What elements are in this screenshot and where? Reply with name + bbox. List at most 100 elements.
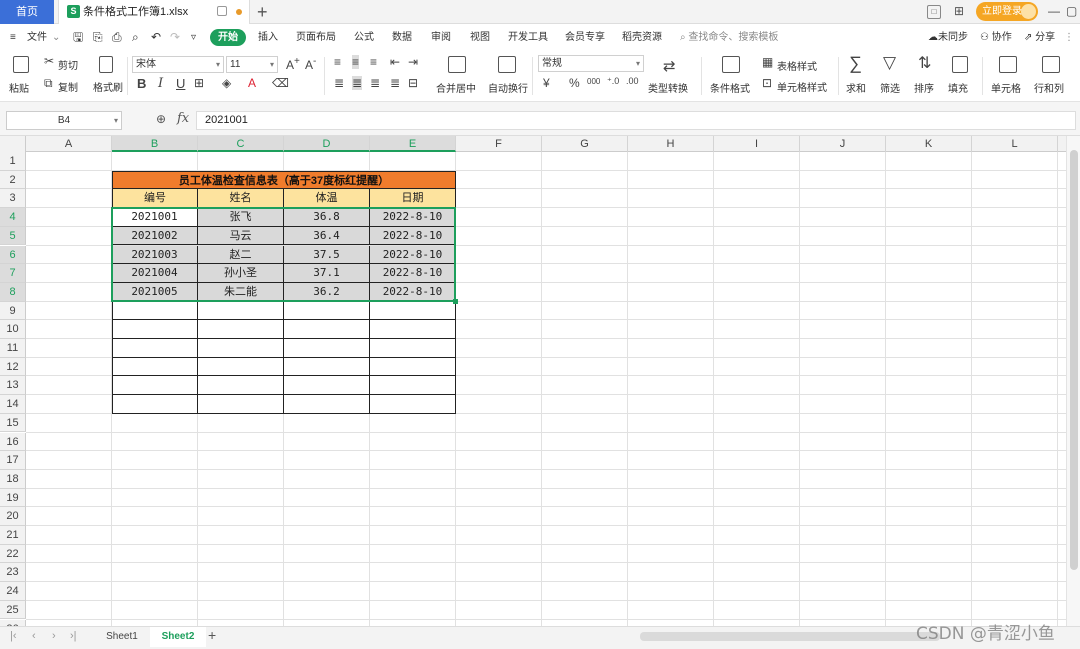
apps-grid-icon[interactable]: ⊞ [952, 5, 966, 19]
empty-cell[interactable] [112, 339, 198, 358]
bold-button[interactable]: B [137, 76, 146, 91]
column-header-h[interactable]: H [628, 136, 714, 152]
row-header-22[interactable]: 22 [0, 544, 26, 564]
tab-formulas[interactable]: 公式 [354, 24, 374, 51]
thousands-button[interactable]: 000 [587, 77, 600, 86]
indent-icon[interactable]: ⇤ [390, 55, 400, 69]
empty-cell[interactable] [370, 320, 456, 339]
merge-center-button[interactable]: 合并居中 [436, 80, 476, 95]
cell-button[interactable]: 单元格 [991, 80, 1021, 95]
tab-page-layout[interactable]: 页面布局 [296, 24, 336, 51]
row-header-21[interactable]: 21 [0, 526, 26, 545]
chevron-down-icon[interactable]: ⌄ [52, 24, 60, 51]
fill-button[interactable]: 填充 [948, 80, 968, 95]
fx-icon[interactable]: fx [177, 111, 189, 126]
tab-docer[interactable]: 稻壳资源 [622, 24, 662, 51]
auto-wrap-icon[interactable] [498, 56, 516, 73]
empty-cell[interactable] [112, 376, 198, 396]
minimize-icon[interactable]: — [1048, 4, 1060, 18]
table-header-cell[interactable]: 体温 [284, 189, 370, 209]
underline-button[interactable]: U [176, 76, 185, 91]
column-header-i[interactable]: I [714, 136, 800, 152]
sheet-tab-sheet2[interactable]: Sheet2 [150, 627, 206, 647]
empty-cell[interactable] [198, 376, 284, 396]
row-header-18[interactable]: 18 [0, 469, 26, 489]
merge-center-icon[interactable] [448, 56, 466, 73]
fill-icon[interactable] [952, 56, 968, 73]
row-header-23[interactable]: 23 [0, 563, 26, 583]
redo-icon[interactable]: ↷ [170, 24, 180, 51]
tab-review[interactable]: 审阅 [431, 24, 451, 51]
file-tab[interactable]: S 条件格式工作簿1.xlsx [58, 0, 250, 24]
number-format-select[interactable]: 常规 ▾ [538, 55, 644, 72]
row-header-15[interactable]: 15 [0, 413, 26, 433]
column-header-k[interactable]: K [886, 136, 972, 152]
more-icon[interactable]: ▿ [191, 24, 196, 51]
vertical-scroll-thumb[interactable] [1070, 150, 1078, 570]
font-name-select[interactable]: 宋体 ▾ [132, 56, 224, 73]
cell-style-button[interactable]: 单元格样式 [777, 79, 827, 94]
auto-wrap-button[interactable]: 自动换行 [488, 80, 528, 95]
conditional-format-icon[interactable] [722, 56, 740, 73]
empty-cell[interactable] [198, 301, 284, 321]
share-button[interactable]: ⇗ 分享 [1024, 24, 1055, 51]
empty-cell[interactable] [112, 357, 198, 377]
row-header-12[interactable]: 12 [0, 357, 26, 377]
empty-cell[interactable] [198, 320, 284, 339]
align-middle-icon[interactable]: ≡ [352, 55, 360, 69]
cut-button[interactable]: 剪切 [58, 57, 78, 72]
tab-window-icon[interactable] [217, 6, 227, 16]
row-header-7[interactable]: 7 [0, 264, 26, 283]
copy-button[interactable]: 复制 [58, 79, 78, 94]
align-right-icon[interactable]: ≣ [370, 76, 380, 90]
horizontal-scrollbar[interactable] [640, 632, 940, 641]
tab-view[interactable]: 视图 [470, 24, 490, 51]
column-header-l[interactable]: L [972, 136, 1058, 152]
add-sheet-icon[interactable]: + [208, 627, 216, 643]
conditional-format-button[interactable]: 条件格式 [710, 80, 750, 95]
increase-decimal-icon[interactable]: ⁺.0 [607, 76, 619, 87]
empty-cell[interactable] [198, 339, 284, 358]
column-header-d[interactable]: D [284, 136, 370, 152]
row-header-1[interactable]: 1 [0, 152, 26, 171]
first-sheet-icon[interactable]: |‹ [10, 630, 17, 642]
empty-cell[interactable] [370, 376, 456, 396]
name-box[interactable]: B4 ▾ [6, 111, 122, 130]
spreadsheet-grid[interactable]: ABCDEFGHIJKL 1 2 3 4 5 6 7 8 9 10 11 12 13 14 15 16 17 18… [0, 136, 1066, 626]
empty-cell[interactable] [284, 357, 370, 377]
export-icon[interactable]: ⎘ [93, 24, 103, 51]
login-button[interactable]: 立即登录 [976, 2, 1038, 21]
row-col-icon[interactable] [1042, 56, 1060, 73]
filter-button[interactable]: 筛选 [880, 80, 900, 95]
empty-cell[interactable] [370, 339, 456, 358]
sync-status[interactable]: ☁未同步 [928, 24, 968, 51]
last-sheet-icon[interactable]: ›| [70, 630, 77, 642]
table-title[interactable]: 员工体温检查信息表（高于37度标红提醒） [112, 170, 456, 190]
row-col-button[interactable]: 行和列 [1034, 80, 1064, 95]
select-all-corner[interactable] [0, 136, 26, 152]
row-header-16[interactable]: 16 [0, 432, 26, 452]
command-search[interactable]: ⌕ 查找命令、搜索模板 [680, 24, 778, 51]
collaborate-button[interactable]: ⚇ 协作 [980, 24, 1012, 51]
column-header-f[interactable]: F [456, 136, 542, 152]
tab-data[interactable]: 数据 [392, 24, 412, 51]
increase-font-icon[interactable]: A+ [286, 56, 300, 72]
vertical-scrollbar[interactable] [1066, 136, 1080, 626]
font-color-icon[interactable]: A [248, 76, 256, 90]
table-header-cell[interactable]: 编号 [112, 189, 198, 209]
align-top-icon[interactable]: ≡ [334, 55, 341, 69]
justify-icon[interactable]: ≣ [390, 76, 400, 90]
sort-icon[interactable]: ⇅ [918, 53, 931, 73]
zoom-icon[interactable]: ⊕ [156, 112, 166, 126]
sort-button[interactable]: 排序 [914, 80, 934, 95]
type-convert-button[interactable]: 类型转换 [648, 80, 688, 95]
sheet-tab-sheet1[interactable]: Sheet1 [94, 627, 150, 647]
row-header-20[interactable]: 20 [0, 507, 26, 526]
cell-icon[interactable] [999, 56, 1017, 73]
tab-start[interactable]: 开始 [210, 29, 246, 46]
empty-cell[interactable] [284, 376, 370, 396]
align-center-icon[interactable]: ≣ [352, 76, 363, 90]
decrease-font-icon[interactable]: A- [305, 56, 316, 72]
empty-cell[interactable] [370, 395, 456, 414]
maximize-icon[interactable]: ▢ [1066, 4, 1077, 18]
